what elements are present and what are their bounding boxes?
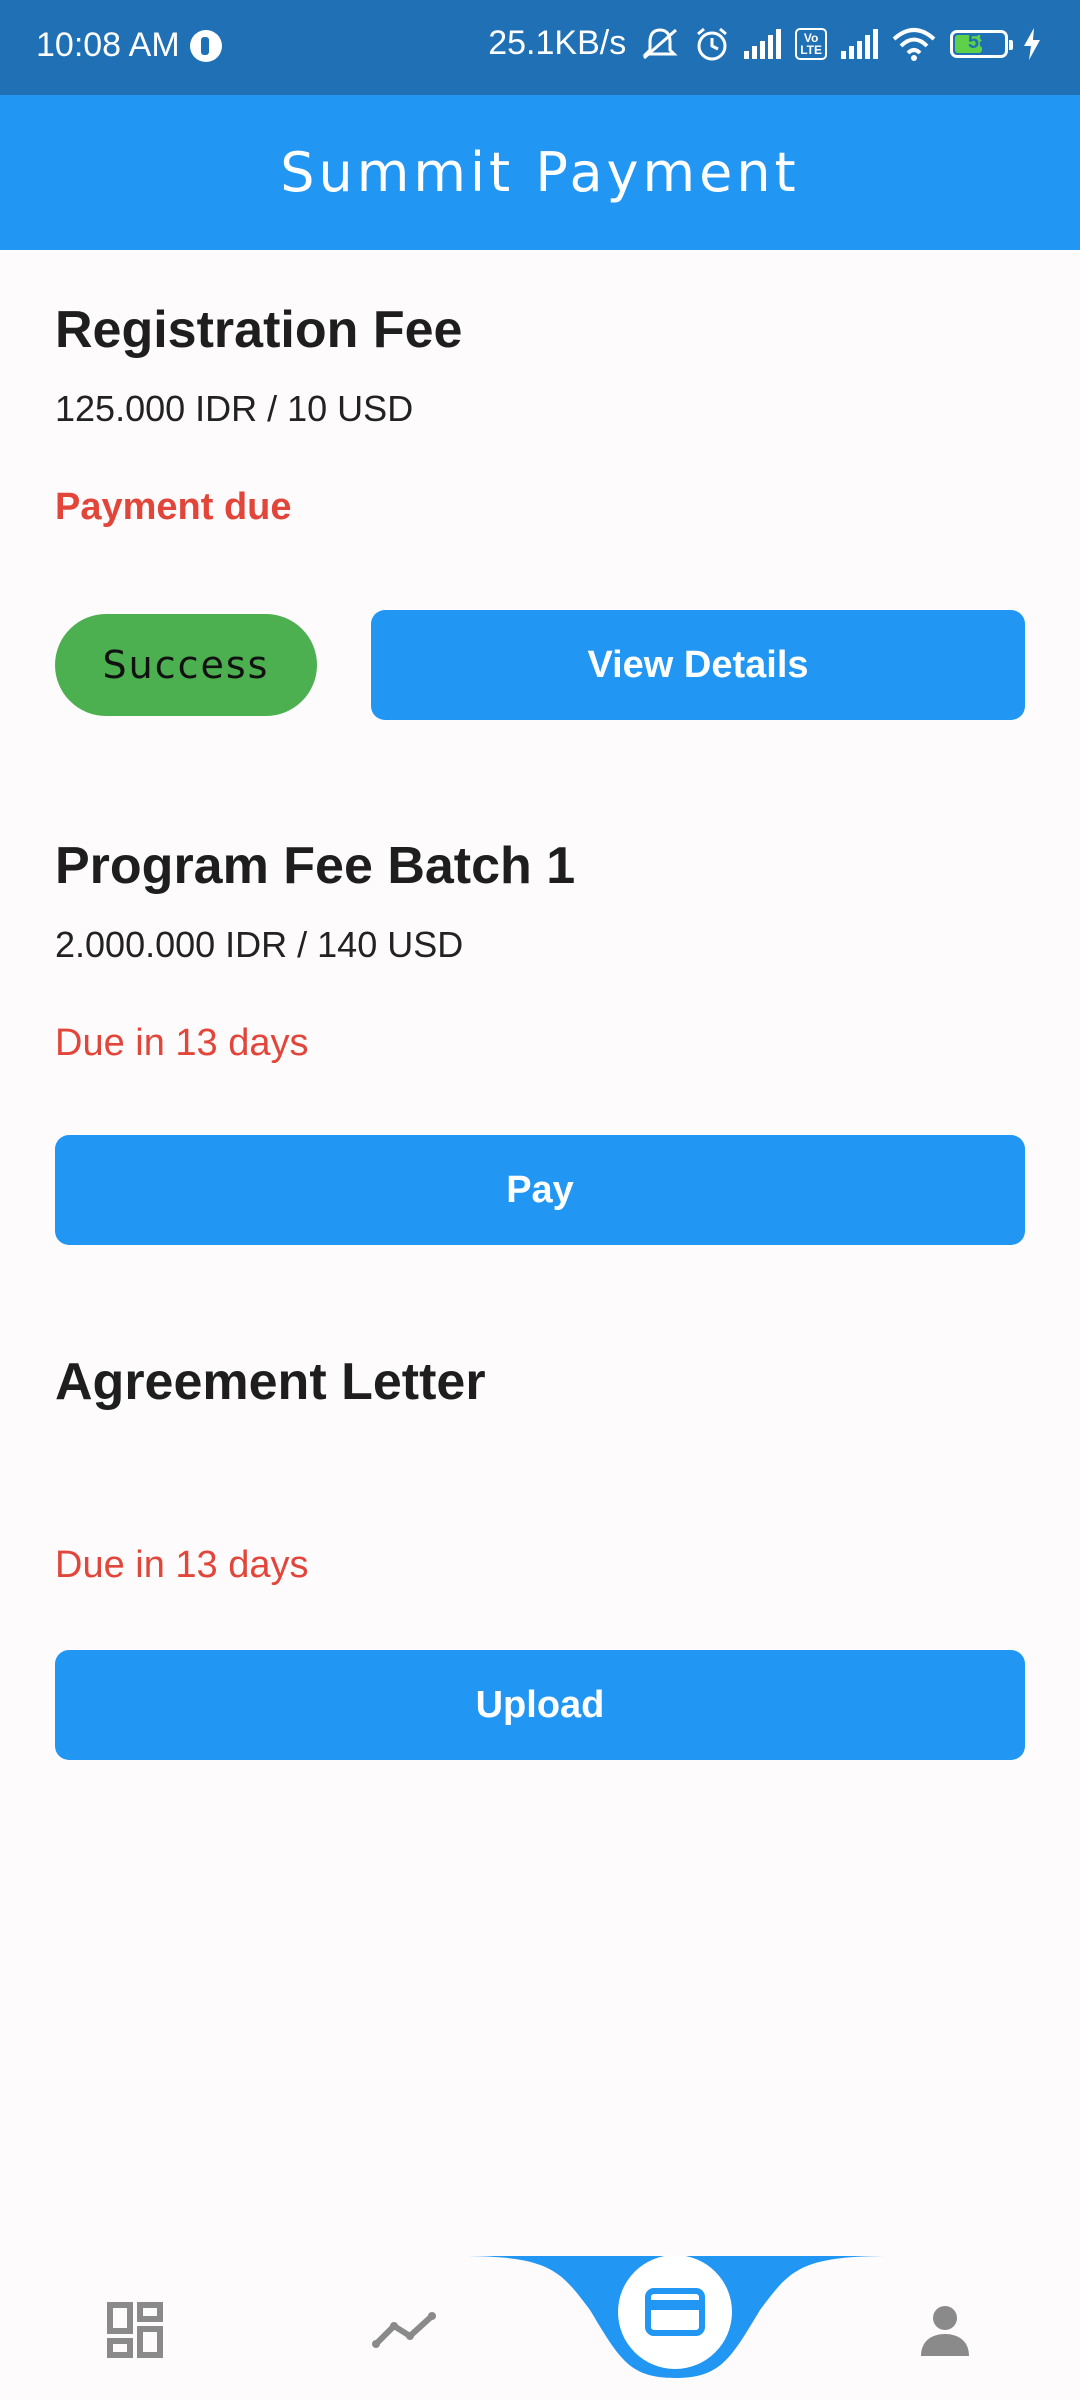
agreement-status-row: Due in 13 days xyxy=(55,1544,1025,1587)
view-details-button[interactable]: View Details xyxy=(371,610,1025,720)
upload-button[interactable]: Upload xyxy=(55,1650,1025,1760)
item-status: Due in 13 days xyxy=(55,1544,309,1586)
card-icon xyxy=(645,2288,705,2336)
item-status: Payment due xyxy=(55,486,292,528)
nav-payment[interactable] xyxy=(618,2255,732,2369)
item-price: 2.000.000 IDR / 140 USD xyxy=(55,924,464,965)
person-icon xyxy=(921,2306,969,2356)
nav-profile[interactable] xyxy=(905,2290,985,2370)
upload-label: Upload xyxy=(475,1683,605,1726)
pay-label: Pay xyxy=(506,1168,574,1211)
view-details-label: View Details xyxy=(587,643,809,686)
dashboard-icon xyxy=(107,2302,163,2358)
success-badge: Success xyxy=(55,614,317,716)
pay-button[interactable]: Pay xyxy=(55,1135,1025,1245)
status-icons: 25.1KB/s Vo LTE 58 xyxy=(488,24,1042,63)
volte-icon: Vo LTE xyxy=(795,27,827,60)
nav-trend[interactable] xyxy=(365,2290,445,2370)
battery-level: 58 xyxy=(967,30,991,53)
status-time-group: 10:08 AM xyxy=(36,26,222,65)
payment-item-agreement-letter: Agreement Letter xyxy=(55,1352,1025,1412)
signal-2-icon xyxy=(841,28,878,59)
bottom-navigation xyxy=(0,2250,1080,2400)
alarm-icon xyxy=(697,27,728,60)
item-title: Agreement Letter xyxy=(55,1353,486,1411)
status-time: 10:08 AM xyxy=(36,26,180,64)
network-speed: 25.1KB/s xyxy=(488,24,627,62)
item-title: Registration Fee xyxy=(55,301,463,359)
battery-icon: 58 xyxy=(950,29,1013,58)
wifi-icon xyxy=(892,27,936,61)
success-badge-label: Success xyxy=(102,643,270,687)
app-bar: Summit Payment xyxy=(0,95,1080,250)
item-status: Due in 13 days xyxy=(55,1022,309,1064)
trend-icon xyxy=(372,2312,436,2348)
mute-icon xyxy=(642,27,678,59)
nav-dashboard[interactable] xyxy=(95,2290,175,2370)
charging-icon xyxy=(1024,27,1040,60)
notification-app-icon xyxy=(189,29,222,62)
payment-item-program-fee: Program Fee Batch 1 2.000.000 IDR / 140 … xyxy=(55,836,1025,1065)
status-bar: 10:08 AM 25.1KB/s Vo LTE 58 xyxy=(0,0,1080,95)
item-price: 125.000 IDR / 10 USD xyxy=(55,388,414,429)
signal-1-icon xyxy=(744,28,782,59)
payment-item-registration: Registration Fee 125.000 IDR / 10 USD Pa… xyxy=(55,300,1025,529)
page-title: Summit Payment xyxy=(280,141,800,204)
item-title: Program Fee Batch 1 xyxy=(55,837,576,895)
